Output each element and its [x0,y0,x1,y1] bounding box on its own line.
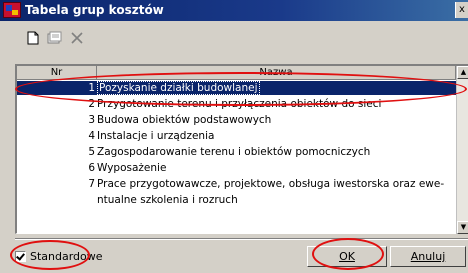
properties-icon[interactable] [44,28,66,48]
row-name: ntualne szkolenia i rozruch [97,194,238,206]
row-name: Pozyskanie działki budowlanej [97,81,260,95]
scroll-up-icon[interactable]: ▲ [457,66,468,79]
table-row[interactable]: 2 Przygotowanie terenu i przyłączenia ob… [17,97,456,111]
row-name: Wyposażenie [97,162,167,174]
row-number: 7 [88,178,95,190]
row-name: Prace przygotowawcze, projektowe, obsług… [97,178,445,190]
table-row[interactable]: 6 Wyposażenie [17,161,456,175]
row-number: 3 [88,114,95,126]
vertical-scrollbar[interactable]: ▲ ▼ [456,66,468,234]
row-number: 1 [88,82,95,94]
cancel-button[interactable]: Anuluj [390,246,466,267]
ok-button[interactable]: OK [307,246,387,267]
row-name: Przygotowanie terenu i przyłączenia obie… [97,98,382,110]
scroll-down-icon[interactable]: ▼ [457,221,468,234]
cancel-button-label: Anuluj [410,250,446,263]
table-row[interactable]: 3 Budowa obiektów podstawowych [17,113,456,127]
row-name: Zagospodarowanie terenu i obiektów pomoc… [97,146,371,158]
row-name: Instalacje i urządzenia [97,130,215,142]
checkbox-check-icon[interactable] [15,251,26,262]
cost-groups-table[interactable]: Nr Nazwa 1 Pozyskanie działki budowlanej… [15,64,468,234]
row-number: 6 [88,162,95,174]
checkbox-label: Standardowe [30,250,103,263]
row-number: 4 [88,130,95,142]
row-number: 5 [88,146,95,158]
column-header-name[interactable]: Nazwa [97,66,456,80]
delete-icon[interactable] [66,28,88,48]
row-name: Budowa obiektów podstawowych [97,114,272,126]
window-title: Tabela grup kosztów [25,3,164,17]
table-row[interactable]: 5 Zagospodarowanie terenu i obiektów pom… [17,145,456,159]
table-row[interactable]: 4 Instalacje i urządzenia [17,129,456,143]
table-row[interactable]: 7 Prace przygotowawcze, projektowe, obsł… [17,177,456,191]
row-number: 2 [88,98,95,110]
column-header-nr[interactable]: Nr [17,66,97,80]
table-row[interactable]: ntualne szkolenia i rozruch [17,193,456,207]
divider [15,238,468,240]
table-row[interactable]: 1 Pozyskanie działki budowlanej [17,81,456,95]
standard-checkbox[interactable]: Standardowe [15,250,103,263]
title-bar: Tabela grup kosztów x [0,0,468,21]
ok-button-label: OK [339,250,355,263]
close-button[interactable]: x [455,2,468,18]
app-logo-icon [3,2,21,18]
new-document-icon[interactable] [22,28,44,48]
